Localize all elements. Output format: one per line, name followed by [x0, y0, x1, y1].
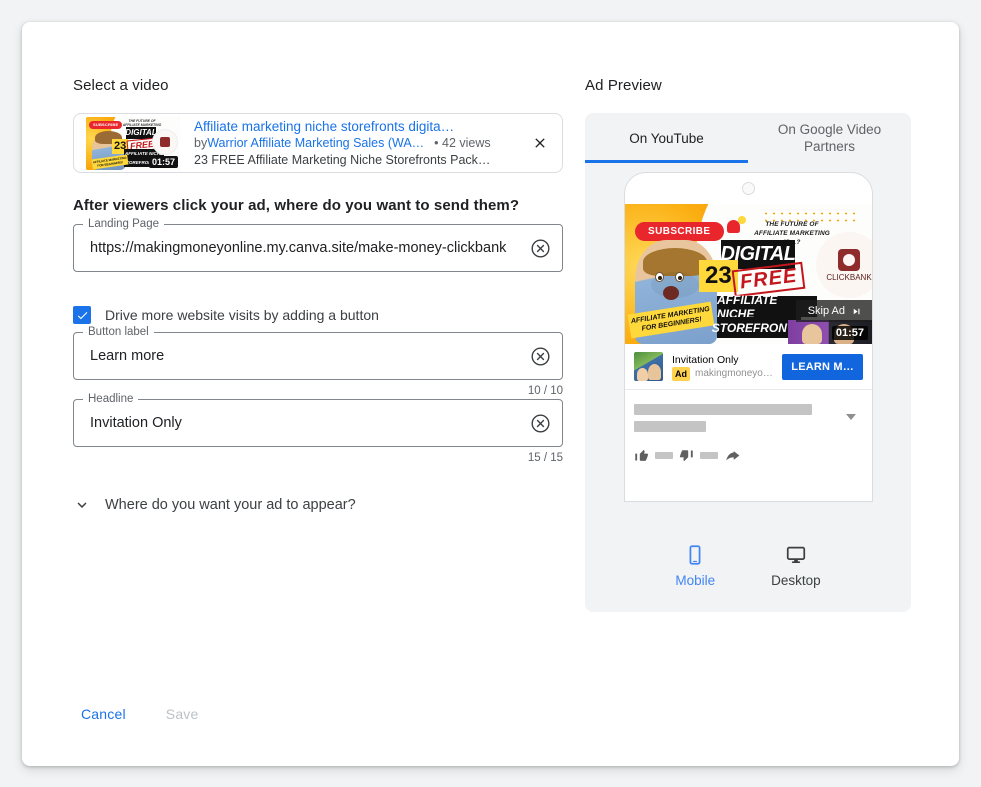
- clear-circle-icon: [530, 346, 550, 366]
- cancel-button[interactable]: Cancel: [73, 700, 134, 728]
- drive-visits-row[interactable]: Drive more website visits by adding a bu…: [73, 306, 563, 324]
- preview-duration: 01:57: [831, 326, 868, 340]
- phone-camera-icon: [742, 182, 755, 195]
- selected-video-card[interactable]: SUBSCRIBE THE FUTURE OF AFFILIATE MARKET…: [73, 113, 563, 173]
- button-label-input[interactable]: [74, 333, 512, 379]
- thumbs-down-icon[interactable]: [679, 448, 694, 463]
- ad-headline: Invitation Only: [672, 353, 739, 366]
- ad-text-block: Invitation Only Ad makingmoneyonline....: [672, 353, 773, 381]
- placeholder-content: [625, 390, 872, 471]
- video-view-count: • 42 views: [434, 135, 491, 150]
- device-desktop-label: Desktop: [771, 573, 821, 588]
- preview-tabs: On YouTube On Google Video Partners: [585, 113, 911, 163]
- headline-counter: 15 / 15: [527, 452, 563, 464]
- phone-mockup: SUBSCRIBE THE FUTURE OF AFFILIATE MARKET…: [624, 172, 873, 502]
- button-label-counter: 10 / 10: [527, 385, 563, 397]
- phone-screen: SUBSCRIBE THE FUTURE OF AFFILIATE MARKET…: [625, 204, 872, 471]
- bell-icon: [725, 216, 746, 236]
- thumbnail-subscribe-badge: SUBSCRIBE: [89, 120, 123, 129]
- desktop-icon: [786, 546, 806, 563]
- placeholder-bar: [634, 421, 706, 432]
- skip-ad-button[interactable]: Skip Ad: [795, 300, 872, 322]
- placeholder-bar: [634, 404, 812, 415]
- drive-visits-label: Drive more website visits by adding a bu…: [105, 307, 379, 323]
- dialog-actions: Cancel Save: [73, 700, 207, 728]
- headline-field[interactable]: Headline: [73, 392, 563, 447]
- ad-badge: Ad: [672, 366, 690, 381]
- ad-display-url: makingmoneyonline....: [695, 367, 773, 379]
- ad-subline: Ad makingmoneyonline....: [672, 366, 773, 381]
- ad-preview-column: Ad Preview On YouTube On Google Video Pa…: [585, 77, 911, 612]
- skip-next-icon: [853, 308, 860, 314]
- headline-input[interactable]: [74, 400, 512, 446]
- preview-subscribe-badge: SUBSCRIBE: [635, 222, 724, 241]
- ad-placement-label: Where do you want your ad to appear?: [105, 497, 356, 513]
- tab-on-youtube-label: On YouTube: [629, 130, 704, 146]
- device-mobile[interactable]: Mobile: [675, 544, 715, 588]
- landing-page-input[interactable]: [74, 225, 512, 271]
- video-thumbnail: SUBSCRIBE THE FUTURE OF AFFILIATE MARKET…: [86, 116, 180, 170]
- close-icon: [535, 138, 545, 148]
- tab-on-google-video-partners-label: On Google Video Partners: [777, 122, 882, 154]
- clear-button-label-button[interactable]: [528, 344, 552, 368]
- clear-circle-icon: [530, 413, 550, 433]
- skip-ad-label: Skip Ad: [807, 305, 845, 317]
- landing-page-field[interactable]: Landing Page: [73, 217, 563, 272]
- clickbank-label: CLICKBANK: [826, 272, 872, 282]
- thumbnail-duration: 01:57: [148, 155, 178, 168]
- device-toggle: Mobile Desktop: [585, 544, 911, 588]
- thumbs-up-icon[interactable]: [634, 448, 649, 463]
- video-description: 23 FREE Affiliate Marketing Niche Storef…: [194, 152, 491, 167]
- video-card-meta: Affiliate marketing niche storefronts di…: [180, 118, 518, 169]
- video-byline: by Warrior Affiliate Marketing Sales (WA…: [194, 135, 518, 152]
- clear-headline-button[interactable]: [528, 411, 552, 435]
- clear-landing-page-button[interactable]: [528, 236, 552, 260]
- check-icon: [77, 311, 87, 319]
- device-mobile-label: Mobile: [675, 573, 716, 588]
- placeholder-pill: [655, 452, 673, 459]
- ad-cta-button[interactable]: LEARN M…: [782, 353, 863, 380]
- ad-companion-row: Invitation Only Ad makingmoneyonline....…: [625, 344, 872, 390]
- video-channel[interactable]: Warrior Affiliate Marketing Sales (WA…: [207, 135, 424, 152]
- video-player-preview[interactable]: SUBSCRIBE THE FUTURE OF AFFILIATE MARKET…: [625, 204, 872, 344]
- device-desktop[interactable]: Desktop: [771, 544, 821, 588]
- mobile-icon: [689, 545, 701, 565]
- ad-preview-panel: On YouTube On Google Video Partners SUBS…: [585, 113, 911, 612]
- destination-question: After viewers click your ad, where do yo…: [73, 197, 520, 214]
- thumbnail-digital-word: DIGITAL: [125, 126, 157, 139]
- clickbank-logo-icon: [152, 128, 178, 155]
- ad-placement-expander[interactable]: Where do you want your ad to appear?: [73, 496, 563, 514]
- video-by-prefix: by: [194, 135, 208, 150]
- placeholder-actions: [634, 448, 863, 463]
- button-label-field[interactable]: Button label: [73, 325, 563, 380]
- tab-on-youtube[interactable]: On YouTube: [585, 113, 748, 163]
- ad-preview-heading: Ad Preview: [585, 77, 662, 94]
- select-video-heading: Select a video: [73, 77, 169, 94]
- chevron-down-icon: [77, 502, 87, 508]
- clear-circle-icon: [530, 238, 550, 258]
- save-button[interactable]: Save: [158, 700, 207, 728]
- edit-video-ad-dialog: Select a video SUBSCRIBE THE FUTURE OF A…: [22, 22, 959, 766]
- drive-visits-checkbox[interactable]: [73, 306, 91, 324]
- expand-caret-icon[interactable]: [846, 414, 856, 420]
- placeholder-pill: [700, 452, 718, 459]
- share-icon[interactable]: [724, 448, 741, 463]
- video-title[interactable]: Affiliate marketing niche storefronts di…: [194, 118, 518, 135]
- remove-video-button[interactable]: [518, 121, 562, 165]
- tab-on-google-video-partners[interactable]: On Google Video Partners: [748, 113, 911, 163]
- video-settings-column: Select a video SUBSCRIBE THE FUTURE OF A…: [73, 77, 563, 514]
- advertiser-avatar: [634, 352, 663, 381]
